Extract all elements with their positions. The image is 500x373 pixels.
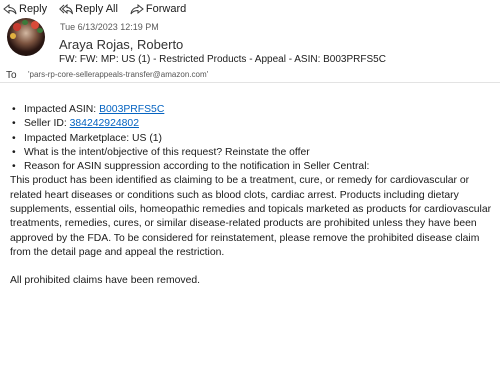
list-item: Impacted ASIN: B003PRFS5C <box>10 103 495 118</box>
sender-name[interactable]: Araya Rojas, Roberto <box>59 37 183 52</box>
suppression-reason-paragraph: This product has been identified as clai… <box>10 175 492 258</box>
details-list: Impacted ASIN: B003PRFS5C Seller ID: 384… <box>10 103 495 175</box>
list-item: Impacted Marketplace: US (1) <box>10 132 495 147</box>
message-date: Tue 6/13/2023 12:19 PM <box>60 22 159 32</box>
header-divider <box>0 82 500 83</box>
reply-all-icon <box>59 3 74 15</box>
closing-paragraph: All prohibited claims have been removed. <box>10 275 201 287</box>
forward-icon <box>130 3 144 15</box>
list-item: Seller ID: 384242924802 <box>10 117 495 132</box>
list-item: What is the intent/objective of this req… <box>10 146 495 161</box>
recipient-row: To 'pars-rp-core-sellerappeals-transfer@… <box>0 67 500 81</box>
reply-all-button[interactable]: Reply All <box>59 3 118 15</box>
reply-label: Reply <box>19 3 48 15</box>
asin-link[interactable]: B003PRFS5C <box>99 104 164 115</box>
message-subject: FW: FW: MP: US (1) - Restricted Products… <box>59 54 386 65</box>
reply-all-label: Reply All <box>75 3 118 15</box>
sender-avatar <box>7 18 45 56</box>
forward-button[interactable]: Forward <box>130 3 186 15</box>
recipient-address[interactable]: 'pars-rp-core-sellerappeals-transfer@ama… <box>28 70 208 79</box>
message-toolbar: Reply Reply All Forward <box>0 0 500 18</box>
message-body: Impacted ASIN: B003PRFS5C Seller ID: 384… <box>10 103 495 289</box>
forward-label: Forward <box>145 3 187 15</box>
to-label: To <box>6 70 17 81</box>
list-item: Reason for ASIN suppression according to… <box>10 160 495 175</box>
seller-id-link[interactable]: 384242924802 <box>70 118 139 129</box>
reply-button[interactable]: Reply <box>3 3 47 15</box>
reply-icon <box>3 3 17 15</box>
